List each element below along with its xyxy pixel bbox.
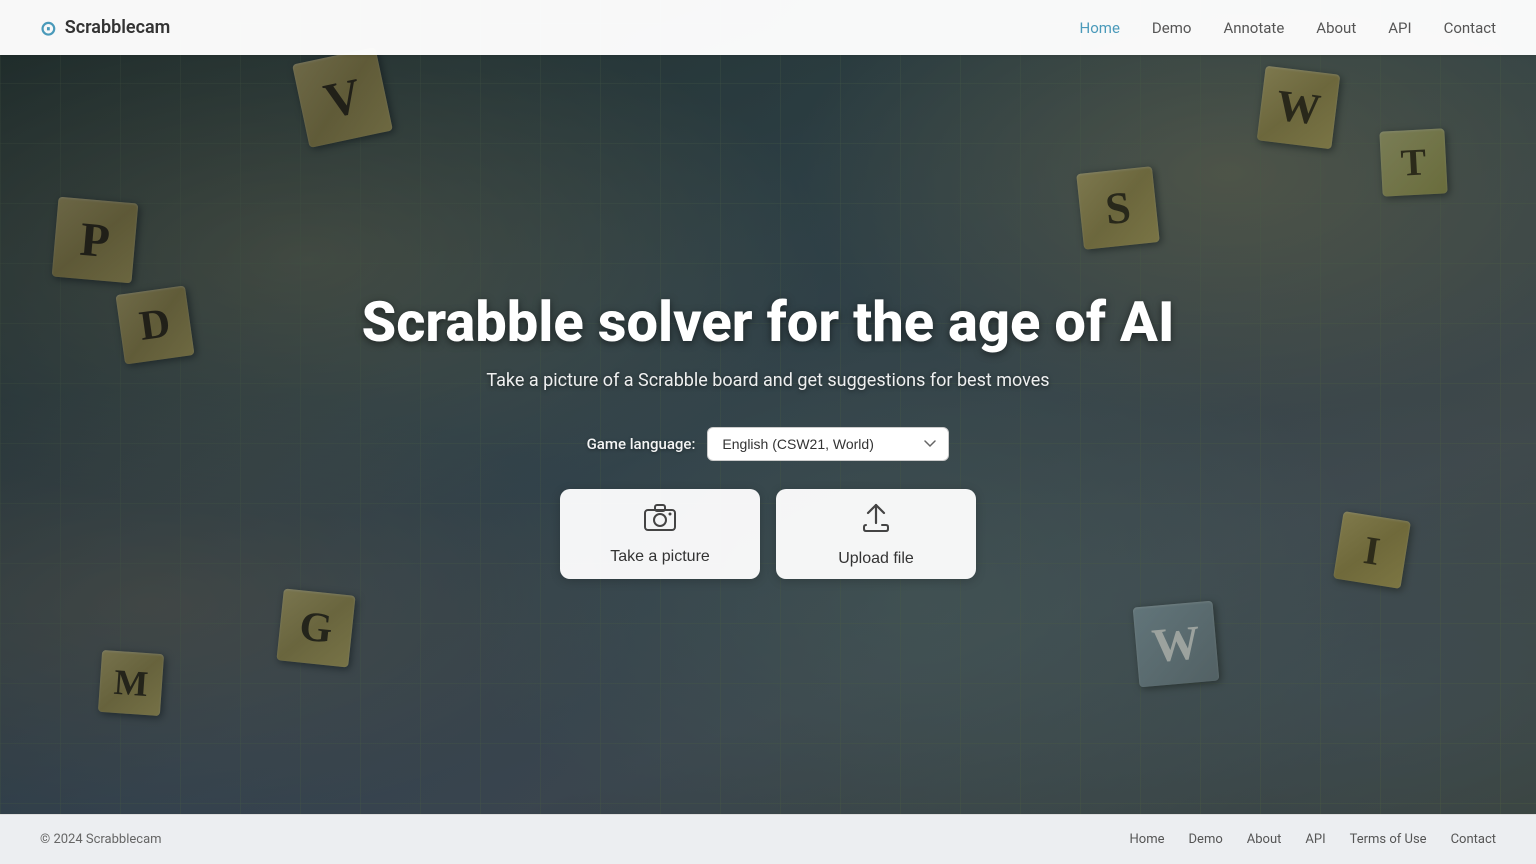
camera-icon xyxy=(644,503,676,538)
footer-home[interactable]: Home xyxy=(1130,832,1165,847)
footer-copyright: © 2024 Scrabblecam xyxy=(40,832,162,847)
nav-about[interactable]: About xyxy=(1316,19,1356,37)
hero-section: Scrabble solver for the age of AI Take a… xyxy=(0,55,1536,814)
nav-home[interactable]: Home xyxy=(1080,19,1120,37)
nav-api[interactable]: API xyxy=(1388,19,1411,37)
footer-links: Home Demo About API Terms of Use Contact xyxy=(1130,832,1496,847)
upload-icon xyxy=(860,501,892,540)
nav-annotate[interactable]: Annotate xyxy=(1223,19,1284,37)
footer-contact[interactable]: Contact xyxy=(1451,832,1496,847)
camera-icon: ⊙ xyxy=(40,16,57,40)
footer-about[interactable]: About xyxy=(1247,832,1282,847)
footer-demo[interactable]: Demo xyxy=(1189,832,1223,847)
hero-subtitle: Take a picture of a Scrabble board and g… xyxy=(486,370,1049,391)
hero-title: Scrabble solver for the age of AI xyxy=(361,290,1174,354)
take-picture-label: Take a picture xyxy=(610,548,710,566)
take-picture-button[interactable]: Take a picture xyxy=(560,489,760,579)
nav-contact[interactable]: Contact xyxy=(1444,19,1496,37)
action-buttons: Take a picture Upload file xyxy=(560,489,976,579)
upload-file-button[interactable]: Upload file xyxy=(776,489,976,579)
nav-links: Home Demo Annotate About API Contact xyxy=(1080,18,1496,37)
brand-name: Scrabblecam xyxy=(65,17,171,38)
language-row: Game language: English (CSW21, World)Eng… xyxy=(587,427,950,461)
upload-file-label: Upload file xyxy=(838,550,914,568)
footer-terms[interactable]: Terms of Use xyxy=(1350,832,1427,847)
language-select[interactable]: English (CSW21, World)English (TWL, Nort… xyxy=(707,427,949,461)
footer: © 2024 Scrabblecam Home Demo About API T… xyxy=(0,814,1536,864)
brand-logo[interactable]: ⊙ Scrabblecam xyxy=(40,16,170,40)
footer-api[interactable]: API xyxy=(1305,832,1325,847)
navbar: ⊙ Scrabblecam Home Demo Annotate About A… xyxy=(0,0,1536,55)
nav-demo[interactable]: Demo xyxy=(1152,19,1192,37)
language-label: Game language: xyxy=(587,435,696,453)
